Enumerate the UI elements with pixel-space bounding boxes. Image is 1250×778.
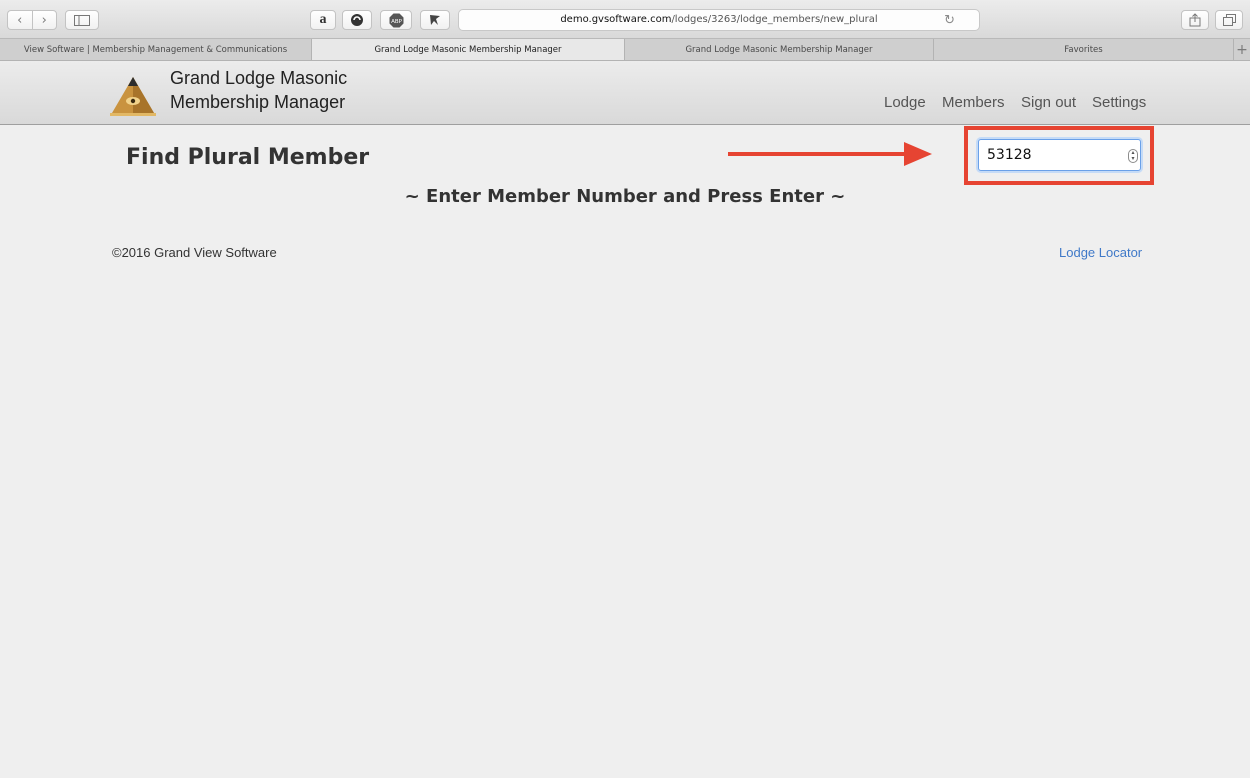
- adblock-icon: ABP: [389, 13, 403, 27]
- share-button[interactable]: [1181, 10, 1209, 30]
- tabs-icon: [1222, 14, 1236, 26]
- extension-button-2[interactable]: [420, 10, 450, 30]
- nav-sign-out-link[interactable]: Sign out: [1021, 94, 1076, 111]
- amazon-icon: a: [319, 12, 327, 27]
- number-stepper-icon[interactable]: ▴ ▾: [1128, 149, 1138, 163]
- url-host: demo.gvsoftware.com: [560, 14, 672, 25]
- tabs-overview-button[interactable]: [1215, 10, 1243, 30]
- page-title: Find Plural Member: [126, 145, 370, 170]
- tab-membership-manager-active[interactable]: Grand Lodge Masonic Membership Manager: [312, 39, 625, 60]
- new-tab-button[interactable]: +: [1234, 39, 1250, 60]
- tab-label: View Software | Membership Management & …: [23, 44, 288, 55]
- nav-members-link[interactable]: Members: [942, 94, 1005, 111]
- sidebar-button[interactable]: [65, 10, 99, 30]
- history-nav: ‹ ›: [7, 10, 57, 30]
- nav-lodge-link[interactable]: Lodge: [884, 94, 926, 111]
- footer-copyright: ©2016 Grand View Software: [112, 245, 277, 260]
- brand-title-line2[interactable]: Membership Manager: [170, 92, 345, 113]
- tab-bar: View Software | Membership Management & …: [0, 39, 1250, 61]
- instruction-text: ~ Enter Member Number and Press Enter ~: [404, 186, 846, 207]
- extension-icon: [351, 14, 363, 26]
- tab-view-software[interactable]: View Software | Membership Management & …: [0, 39, 312, 60]
- back-icon: ‹: [17, 12, 23, 28]
- svg-text:ABP: ABP: [391, 19, 403, 25]
- forward-button[interactable]: ›: [31, 10, 57, 30]
- url-text: demo.gvsoftware.com/lodges/3263/lodge_me…: [459, 14, 979, 25]
- reload-icon[interactable]: ↻: [944, 13, 955, 28]
- brand-title-line1[interactable]: Grand Lodge Masonic: [170, 68, 347, 89]
- tab-label: Grand Lodge Masonic Membership Manager: [685, 44, 873, 55]
- tab-favorites[interactable]: Favorites: [934, 39, 1234, 60]
- address-bar[interactable]: demo.gvsoftware.com/lodges/3263/lodge_me…: [458, 9, 980, 31]
- tab-label: Favorites: [1064, 44, 1103, 55]
- tab-membership-manager[interactable]: Grand Lodge Masonic Membership Manager: [625, 39, 934, 60]
- share-icon: [1189, 13, 1201, 27]
- adblock-button[interactable]: ABP: [380, 10, 412, 30]
- forward-icon: ›: [41, 12, 47, 28]
- tab-label: Grand Lodge Masonic Membership Manager: [374, 44, 562, 55]
- member-number-input[interactable]: [978, 139, 1141, 171]
- nav-settings-link[interactable]: Settings: [1092, 94, 1146, 111]
- extension-icon: [430, 15, 440, 25]
- site-header: Grand Lodge Masonic Membership Manager L…: [0, 61, 1250, 125]
- masonic-pyramid-logo-icon: [110, 77, 156, 116]
- extension-button-1[interactable]: [342, 10, 372, 30]
- amazon-button[interactable]: a: [310, 10, 336, 30]
- lodge-locator-link[interactable]: Lodge Locator: [1059, 245, 1142, 260]
- annotation-arrow: [728, 142, 932, 166]
- sidebar-icon: [74, 14, 90, 26]
- back-button[interactable]: ‹: [7, 10, 32, 30]
- url-path: /lodges/3263/lodge_members/new_plural: [671, 14, 878, 25]
- browser-toolbar: ‹ › a ABP demo.gvsoftware.com/lodges/326…: [0, 0, 1250, 39]
